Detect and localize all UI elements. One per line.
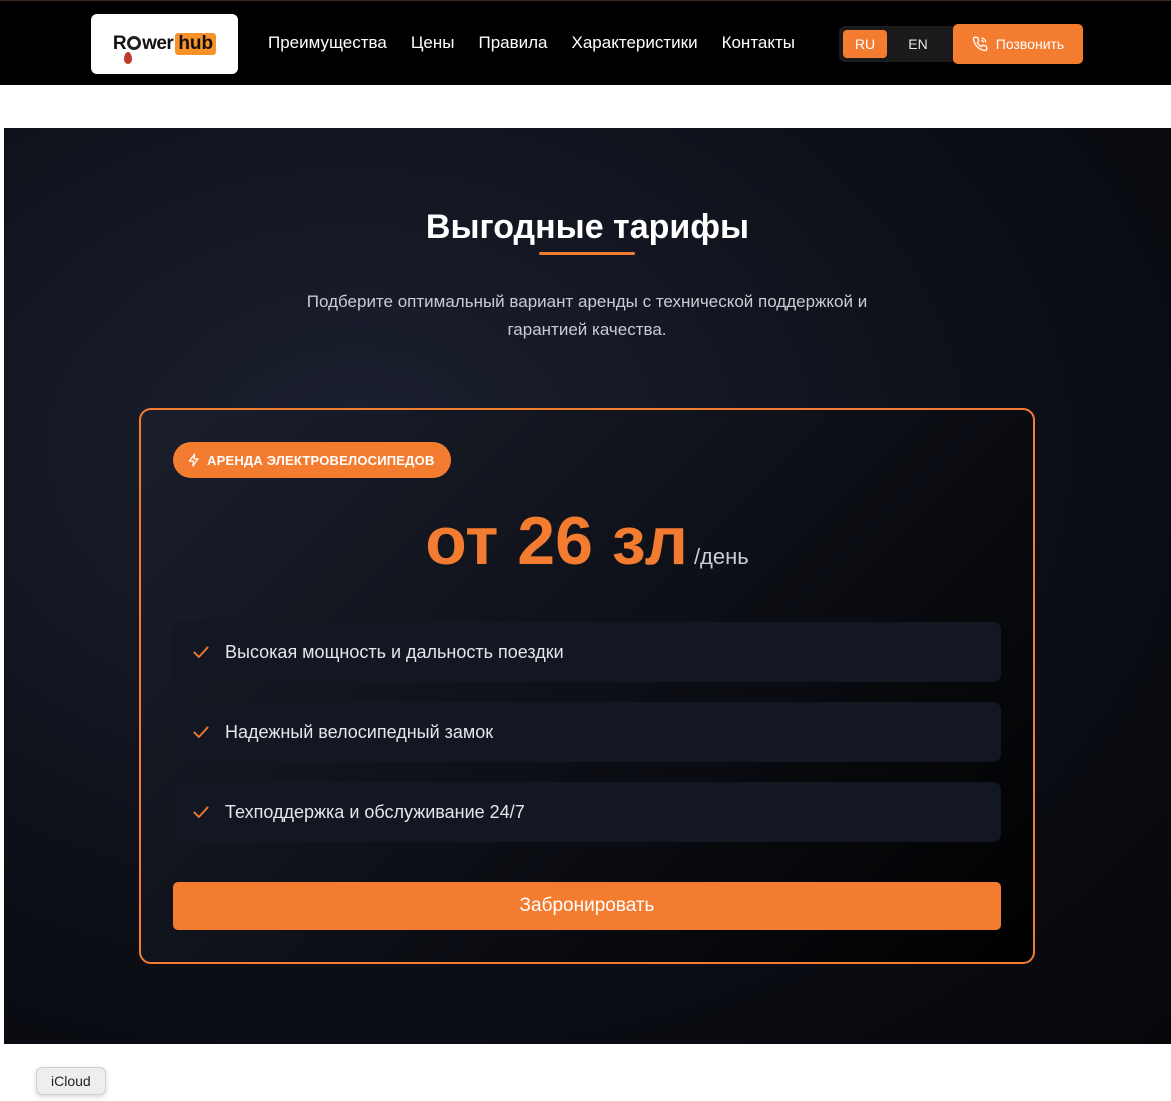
- feature-text: Техподдержка и обслуживание 24/7: [225, 801, 525, 822]
- price-value: от 26 зл: [425, 503, 688, 579]
- logo-ring-icon: [127, 36, 142, 50]
- badge-label: АРЕНДА ЭЛЕКТРОВЕЛОСИПЕДОВ: [207, 452, 435, 468]
- text-cursor: [0, 488, 2, 510]
- language-switcher: RU EN: [839, 26, 969, 62]
- header-spacer: [4, 85, 1171, 128]
- price-period: /день: [693, 544, 749, 569]
- feature-item: Надежный велосипедный замок: [173, 702, 1001, 762]
- section-title: Выгодные тарифы: [425, 208, 750, 246]
- section-subtitle: Подберите оптимальный вариант аренды с т…: [306, 292, 868, 339]
- category-badge: АРЕНДА ЭЛЕКТРОВЕЛОСИПЕДОВ: [173, 442, 451, 478]
- title-underline: [539, 252, 635, 255]
- lightning-icon: [188, 453, 199, 467]
- next-section: [4, 1044, 1171, 1101]
- logo-text: Rwer: [112, 33, 174, 54]
- nav-link-contacts[interactable]: Контакты: [722, 33, 795, 53]
- pricing-section: Выгодные тарифы Подберите оптимальный ва…: [4, 128, 1171, 1044]
- logo[interactable]: Rwer hub: [91, 14, 238, 74]
- nav-link-rules[interactable]: Правила: [478, 33, 547, 53]
- logo-hub-text: hub: [175, 33, 217, 55]
- price-block: от 26 зл/день: [141, 502, 1033, 580]
- main-nav: Преимущества Цены Правила Характеристики…: [268, 33, 795, 53]
- logo-drop-icon: [124, 52, 132, 64]
- check-icon: [193, 726, 209, 738]
- feature-text: Высокая мощность и дальность поездки: [225, 641, 564, 662]
- feature-item: Техподдержка и обслуживание 24/7: [173, 782, 1001, 842]
- feature-item: Высокая мощность и дальность поездки: [173, 622, 1001, 682]
- call-button-label: Позвонить: [995, 36, 1065, 52]
- check-icon: [193, 646, 209, 658]
- lang-en-button[interactable]: EN: [893, 30, 943, 58]
- book-button[interactable]: Забронировать: [173, 882, 1001, 930]
- call-button[interactable]: Позвонить: [953, 24, 1083, 64]
- check-icon: [193, 806, 209, 818]
- site-header: Rwer hub Преимущества Цены Правила Характ…: [0, 0, 1171, 85]
- nav-link-advantages[interactable]: Преимущества: [268, 33, 387, 53]
- lang-ru-button[interactable]: RU: [843, 30, 887, 58]
- icloud-tooltip: iCloud: [36, 1067, 106, 1095]
- phone-icon: [972, 36, 988, 52]
- feature-text: Надежный велосипедный замок: [225, 721, 494, 742]
- pricing-card: АРЕНДА ЭЛЕКТРОВЕЛОСИПЕДОВ от 26 зл/день …: [139, 408, 1035, 964]
- nav-link-prices[interactable]: Цены: [411, 33, 455, 53]
- nav-link-specs[interactable]: Характеристики: [572, 33, 698, 53]
